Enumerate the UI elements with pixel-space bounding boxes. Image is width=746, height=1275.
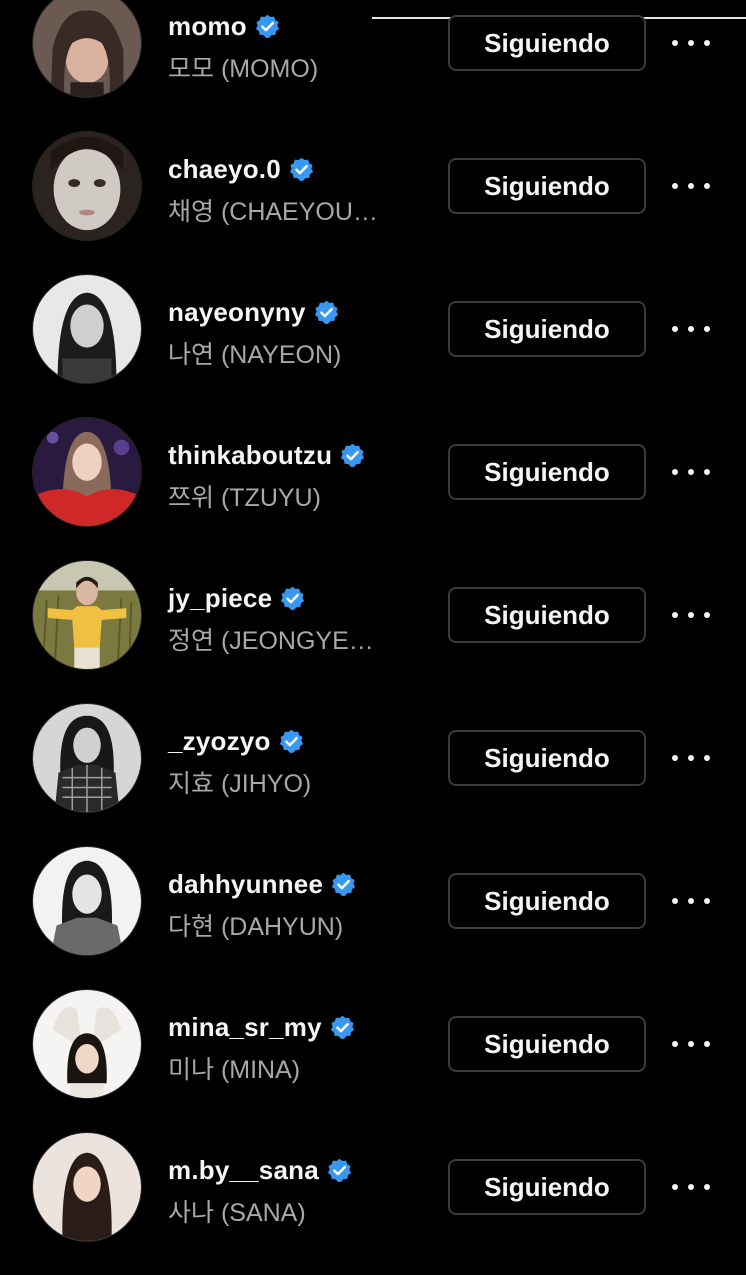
avatar[interactable] bbox=[32, 131, 142, 241]
verified-badge-icon bbox=[279, 729, 303, 753]
following-button[interactable]: Siguiendo bbox=[448, 587, 646, 643]
username[interactable]: thinkaboutzu bbox=[168, 440, 332, 471]
list-item[interactable]: jy_piece 정연 (JEONGYE… Siguiendo bbox=[0, 560, 746, 703]
following-button[interactable]: Siguiendo bbox=[448, 301, 646, 357]
full-name: 나연 (NAYEON) bbox=[168, 341, 342, 369]
verified-badge-icon bbox=[255, 14, 279, 38]
verified-badge-icon bbox=[289, 157, 313, 181]
following-button[interactable]: Siguiendo bbox=[448, 1016, 646, 1072]
following-list: momo 모모 (MOMO) Siguiendo chaeyo.0 채영 (CH… bbox=[0, 0, 746, 1242]
username[interactable]: nayeonyny bbox=[168, 297, 306, 328]
following-button[interactable]: Siguiendo bbox=[448, 15, 646, 71]
avatar[interactable] bbox=[32, 989, 142, 1099]
full-name: 쯔위 (TZUYU) bbox=[168, 484, 321, 512]
list-item[interactable]: m.by__sana 사나 (SANA) Siguiendo bbox=[0, 1132, 746, 1275]
avatar[interactable] bbox=[32, 1132, 142, 1242]
username[interactable]: mina_sr_my bbox=[168, 1012, 322, 1043]
following-button[interactable]: Siguiendo bbox=[448, 1159, 646, 1215]
more-options-icon[interactable] bbox=[672, 457, 710, 487]
full-name: 지효 (JIHYO) bbox=[168, 770, 312, 798]
more-options-icon[interactable] bbox=[672, 600, 710, 630]
more-options-icon[interactable] bbox=[672, 314, 710, 344]
following-button[interactable]: Siguiendo bbox=[448, 444, 646, 500]
more-options-icon[interactable] bbox=[672, 171, 710, 201]
list-item[interactable]: nayeonyny 나연 (NAYEON) Siguiendo bbox=[0, 274, 746, 417]
following-button[interactable]: Siguiendo bbox=[448, 158, 646, 214]
username[interactable]: momo bbox=[168, 11, 247, 42]
more-options-icon[interactable] bbox=[672, 1029, 710, 1059]
full-name: 사나 (SANA) bbox=[168, 1199, 306, 1227]
full-name: 채영 (CHAEYOU… bbox=[168, 198, 378, 226]
full-name: 정연 (JEONGYE… bbox=[168, 627, 374, 655]
full-name: 모모 (MOMO) bbox=[168, 55, 319, 83]
username[interactable]: chaeyo.0 bbox=[168, 154, 281, 185]
more-options-icon[interactable] bbox=[672, 28, 710, 58]
following-button[interactable]: Siguiendo bbox=[448, 730, 646, 786]
username[interactable]: dahhyunnee bbox=[168, 869, 323, 900]
avatar[interactable] bbox=[32, 417, 142, 527]
list-item[interactable]: dahhyunnee 다현 (DAHYUN) Siguiendo bbox=[0, 846, 746, 989]
full-name: 다현 (DAHYUN) bbox=[168, 913, 344, 941]
avatar[interactable] bbox=[32, 560, 142, 670]
verified-badge-icon bbox=[314, 300, 338, 324]
avatar[interactable] bbox=[32, 846, 142, 956]
following-button[interactable]: Siguiendo bbox=[448, 873, 646, 929]
verified-badge-icon bbox=[332, 872, 356, 896]
avatar[interactable] bbox=[32, 703, 142, 813]
more-options-icon[interactable] bbox=[672, 886, 710, 916]
list-item[interactable]: thinkaboutzu 쯔위 (TZUYU) Siguiendo bbox=[0, 417, 746, 560]
username[interactable]: _zyozyo bbox=[168, 726, 271, 757]
verified-badge-icon bbox=[330, 1015, 354, 1039]
username[interactable]: jy_piece bbox=[168, 583, 272, 614]
verified-badge-icon bbox=[341, 443, 365, 467]
list-item[interactable]: momo 모모 (MOMO) Siguiendo bbox=[0, 0, 746, 131]
list-item[interactable]: _zyozyo 지효 (JIHYO) Siguiendo bbox=[0, 703, 746, 846]
verified-badge-icon bbox=[327, 1158, 351, 1182]
list-item[interactable]: mina_sr_my 미나 (MINA) Siguiendo bbox=[0, 989, 746, 1132]
avatar[interactable] bbox=[32, 274, 142, 384]
verified-badge-icon bbox=[281, 586, 305, 610]
username[interactable]: m.by__sana bbox=[168, 1155, 319, 1186]
list-item[interactable]: chaeyo.0 채영 (CHAEYOU… Siguiendo bbox=[0, 131, 746, 274]
avatar[interactable] bbox=[32, 0, 142, 98]
more-options-icon[interactable] bbox=[672, 743, 710, 773]
full-name: 미나 (MINA) bbox=[168, 1056, 301, 1084]
more-options-icon[interactable] bbox=[672, 1172, 710, 1202]
